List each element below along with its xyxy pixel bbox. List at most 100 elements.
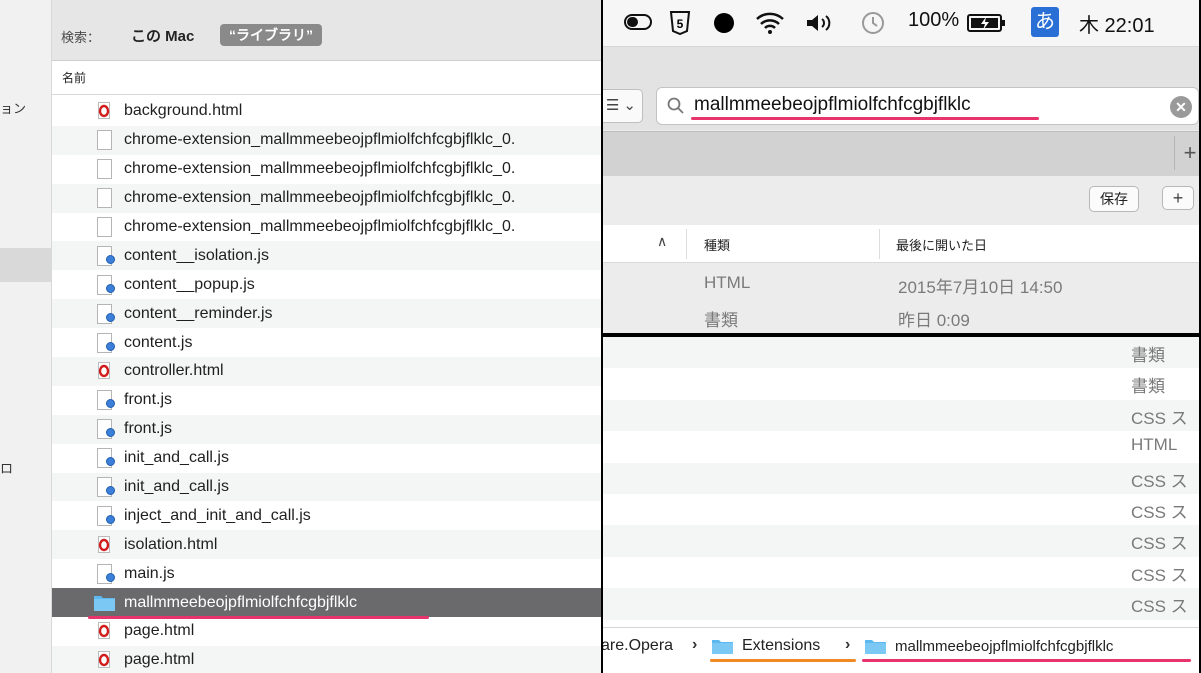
svg-text:5: 5 [677,17,684,31]
file-name: page.html [124,622,195,640]
input-method-indicator[interactable]: あ [1031,7,1059,37]
path-item-parent[interactable]: are.Opera [603,637,673,655]
path-item-extensions[interactable]: Extensions [742,637,820,655]
file-row[interactable]: front.js [52,414,601,444]
opera-html-icon [93,360,115,382]
kind-column-list: 書類 書類 CSS ス HTML CSS ス CSS ス CSS ス CSS ス CSS ス [603,337,1199,620]
file-row[interactable]: init_and_call.js [52,472,601,502]
file-name: content__isolation.js [124,246,269,264]
clear-search-icon[interactable]: ✕ [1170,96,1192,118]
result-row[interactable]: CSS ス [603,588,1199,620]
opera-html-icon [93,100,115,122]
sidebar-item-fragment[interactable]: ョン [0,98,26,117]
js-file-icon [93,303,115,325]
file-row[interactable]: chrome-extension_mallmmeebeojpflmiolfchf… [52,183,601,213]
document-icon [93,216,115,238]
sidebar-selected-item[interactable] [0,248,51,282]
save-search-button[interactable]: 保存 [1089,186,1139,212]
file-name: content__reminder.js [124,304,273,322]
file-row[interactable]: content__isolation.js [52,241,601,271]
file-row[interactable]: content__popup.js [52,270,601,300]
js-file-icon [93,563,115,585]
file-list: background.html chrome-extension_mallmmee… [52,97,601,673]
file-row[interactable]: main.js [52,559,601,589]
column-divider[interactable] [879,229,880,259]
path-bar: are.Opera › Extensions › mallmmeebeojpfl… [603,627,1199,673]
folder-icon [712,640,733,654]
file-row[interactable]: content.js [52,328,601,358]
file-name: background.html [124,102,243,120]
result-row[interactable]: HTML 2015年7月10日 14:50 [603,267,1199,299]
result-kind: CSS ス [1131,471,1188,491]
kind-column-header[interactable]: 種類 [704,235,730,254]
menubar-clock[interactable]: 木 22:01 [1079,9,1155,38]
result-row[interactable]: 書類 [603,368,1199,400]
file-row[interactable]: init_and_call.js [52,443,601,473]
volume-icon[interactable] [804,12,834,40]
result-row[interactable]: CSS ス [603,493,1199,526]
result-kind: CSS ス [1131,597,1188,617]
file-row[interactable]: page.html [52,645,601,673]
result-row[interactable]: 書類 昨日 0:09 [603,300,1199,332]
js-file-icon [93,389,115,411]
wifi-icon[interactable] [755,11,785,41]
document-icon [93,129,115,151]
file-row[interactable]: chrome-extension_mallmmeebeojpflmiolfchf… [52,154,601,184]
result-kind: 書類 [1131,377,1165,397]
file-row[interactable]: controller.html [52,357,601,386]
time-machine-icon[interactable] [859,10,887,42]
file-name: content.js [124,333,193,351]
result-row[interactable]: CSS ス [603,399,1199,432]
column-divider[interactable] [686,229,687,259]
black-dot-icon[interactable] [713,12,735,40]
file-row-selected[interactable]: mallmmeebeojpflmiolfchfcgbjflklc [52,588,601,618]
file-name: init_and_call.js [124,449,229,467]
js-file-icon [93,418,115,440]
result-kind: CSS ス [1131,534,1188,554]
result-row[interactable]: CSS ス [603,556,1199,589]
name-column-header[interactable]: 名前 [52,61,601,95]
battery-charging-icon[interactable] [967,13,1007,39]
folder-icon [93,592,115,614]
result-row[interactable]: CSS ス [603,525,1199,557]
file-row[interactable]: page.html [52,617,601,646]
file-row[interactable]: chrome-extension_mallmmeebeojpflmiolfchf… [52,212,601,242]
search-query-text[interactable]: mallmmeebeojpflmiolfchfcgbjflklc [694,94,971,116]
result-kind: 書類 [704,311,738,330]
path-item-current[interactable]: mallmmeebeojpflmiolfchfcgbjflklc [895,638,1113,655]
file-row[interactable]: background.html [52,97,601,126]
file-row[interactable]: isolation.html [52,530,601,560]
battery-toggle-icon[interactable] [624,13,654,37]
html5-icon[interactable]: 5 [669,11,691,41]
opera-html-icon [93,534,115,556]
file-row[interactable]: content__reminder.js [52,299,601,329]
last-opened-column-header[interactable]: 最後に開いた日 [896,235,987,254]
view-options-button[interactable]: ☰ ⌄ [603,89,643,123]
result-kind: CSS ス [1131,565,1188,585]
file-name: chrome-extension_mallmmeebeojpflmiolfchf… [124,160,516,178]
result-row[interactable]: 書類 [603,337,1199,369]
scope-library-token[interactable]: “ライブラリ” [220,24,322,46]
file-name: main.js [124,564,175,582]
file-name: controller.html [124,362,224,380]
highlight-underline [88,616,429,619]
path-chevron-icon: › [692,636,698,653]
file-row[interactable]: chrome-extension_mallmmeebeojpflmiolfchf… [52,125,601,155]
sort-ascending-icon[interactable]: ∧ [657,233,667,250]
file-row[interactable]: front.js [52,385,601,415]
menu-bar: 5 100% あ 木 22:01 [603,0,1199,47]
battery-percent[interactable]: 100% [908,9,959,32]
scope-this-mac-button[interactable]: この Mac [131,25,194,46]
result-row[interactable]: CSS ス [603,462,1199,494]
result-kind: CSS ス [1131,502,1188,522]
file-name: front.js [124,391,173,409]
highlight-underline [691,117,1039,120]
add-criteria-button[interactable]: + [1162,186,1194,210]
result-row[interactable]: HTML [603,431,1199,463]
result-kind: HTML [704,273,751,292]
sidebar-item-fragment[interactable]: ロ [0,458,13,477]
file-row[interactable]: inject_and_init_and_call.js [52,501,601,531]
search-scope-bar: 検索： この Mac “ライブラリ” [52,0,601,61]
new-tab-button[interactable]: + [1174,136,1199,170]
file-name: page.html [124,651,195,669]
